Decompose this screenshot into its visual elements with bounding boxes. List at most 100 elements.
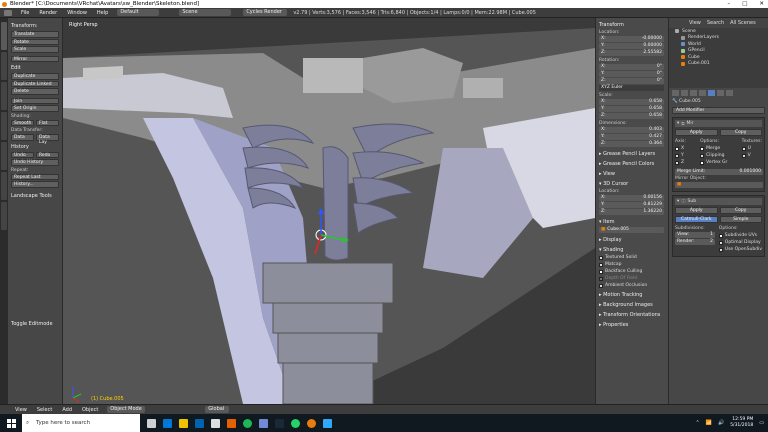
render-tab-icon[interactable] xyxy=(672,90,679,96)
use-opensubdiv-checkbox[interactable]: Use OpenSubdiv xyxy=(718,247,762,252)
modifier-tab-icon[interactable] xyxy=(708,90,715,96)
data-layers-button[interactable]: Data Lay xyxy=(36,134,59,145)
delete-button[interactable]: Delete xyxy=(11,88,59,95)
undo-button[interactable]: Undo xyxy=(11,151,34,158)
cursor-z-field[interactable]: Z: 1.36220 xyxy=(599,209,664,215)
edge-icon[interactable] xyxy=(163,418,172,428)
scale-z-field[interactable]: Z: 0.658 xyxy=(599,113,664,119)
duplicate-linked-button[interactable]: Duplicate Linked xyxy=(11,80,59,87)
grease-pencil-layers-panel[interactable]: ▸ Grease Pencil Layers xyxy=(599,151,665,157)
maximize-icon[interactable]: □ xyxy=(742,0,747,8)
display-panel[interactable]: ▸ Display xyxy=(599,237,665,243)
transform-panel-header[interactable]: Transform xyxy=(599,22,665,28)
transform-orientations-panel[interactable]: ▸ Transform Orientations xyxy=(599,312,665,318)
properties-panel[interactable]: ▸ Properties xyxy=(599,322,665,328)
grease-pencil-colors-panel[interactable]: ▸ Grease Pencil Colors xyxy=(599,161,665,167)
task-view-icon[interactable] xyxy=(147,418,156,428)
blender-taskbar-icon[interactable] xyxy=(307,418,316,428)
merge-checkbox[interactable]: Merge xyxy=(700,146,727,151)
background-images-panel[interactable]: ▸ Background Images xyxy=(599,302,665,308)
object-tab-icon[interactable] xyxy=(699,90,706,96)
location-z-field[interactable]: Z: 2.55582 xyxy=(599,50,664,56)
subsurf-copy-button[interactable]: Copy xyxy=(719,207,762,214)
network-icon[interactable]: 📶 xyxy=(706,420,712,426)
collapse-icon[interactable]: ▾ xyxy=(677,199,679,204)
shading-panel[interactable]: ▾ Shading xyxy=(599,247,665,253)
data-tab-icon[interactable] xyxy=(717,90,724,96)
menu-file[interactable]: File xyxy=(16,8,34,18)
orientation-selector[interactable]: Global xyxy=(205,406,230,413)
transform-section-header[interactable]: Transform: xyxy=(11,23,59,29)
tab-animation[interactable] xyxy=(1,112,7,140)
menu-view[interactable]: View xyxy=(10,405,32,415)
cursor-x-field[interactable]: X: 0.00156 xyxy=(599,195,664,201)
history-section-header[interactable]: History xyxy=(11,144,59,150)
ambient-occlusion-checkbox[interactable]: Ambient Occlusion xyxy=(599,283,665,288)
rotation-mode-select[interactable]: XYZ Euler xyxy=(599,85,664,91)
modifier-name-field[interactable]: Sub xyxy=(688,199,697,204)
simple-button[interactable]: Simple xyxy=(719,216,762,223)
material-tab-icon[interactable] xyxy=(726,90,733,96)
v-checkbox[interactable]: V xyxy=(741,153,762,158)
menu-select[interactable]: Select xyxy=(32,405,57,415)
vertex-groups-checkbox[interactable]: Vertex Gr xyxy=(700,160,727,165)
redo-button[interactable]: Redo xyxy=(36,151,59,158)
add-modifier-button[interactable]: Add Modifier xyxy=(672,107,765,114)
spotify-icon[interactable] xyxy=(243,418,252,428)
history-button[interactable]: History... xyxy=(11,181,59,188)
flat-button[interactable]: Flat xyxy=(36,119,59,126)
axis-x-checkbox[interactable]: X xyxy=(675,146,686,151)
backface-culling-checkbox[interactable]: Backface Culling xyxy=(599,269,665,274)
menu-object[interactable]: Object xyxy=(77,405,103,415)
catmull-clark-button[interactable]: Catmull-Clark xyxy=(675,216,718,223)
render-levels-field[interactable]: Render: 2 xyxy=(675,239,715,245)
rotate-button[interactable]: Rotate xyxy=(11,38,59,45)
translate-button[interactable]: Translate xyxy=(11,31,59,38)
clipping-checkbox[interactable]: Clipping xyxy=(700,153,727,158)
subsurf-apply-button[interactable]: Apply xyxy=(675,207,718,214)
landscape-tools-header[interactable]: Landscape Tools xyxy=(11,193,59,199)
mirror-apply-button[interactable]: Apply xyxy=(675,129,718,136)
scene-selector[interactable]: Scene xyxy=(179,9,232,16)
tab-physics[interactable] xyxy=(1,142,7,170)
dimensions-x-field[interactable]: X: 0.403 xyxy=(599,127,664,133)
edit-section-header[interactable]: Edit xyxy=(11,65,59,71)
textured-solid-checkbox[interactable]: Textured Solid xyxy=(599,255,665,260)
close-icon[interactable]: ✕ xyxy=(759,0,764,8)
merge-limit-field[interactable]: Merge Limit: 0.001000 xyxy=(675,169,763,175)
mirror-copy-button[interactable]: Copy xyxy=(719,129,762,136)
steam-icon[interactable] xyxy=(275,418,284,428)
tab-create[interactable] xyxy=(1,52,7,80)
mirror-button[interactable]: Mirror xyxy=(11,55,59,62)
collapse-icon[interactable]: ▾ xyxy=(677,121,679,126)
undo-history-button[interactable]: Undo History xyxy=(11,159,59,166)
firefox-icon[interactable] xyxy=(227,418,236,428)
menu-add[interactable]: Add xyxy=(57,405,77,415)
axis-y-checkbox[interactable]: Y xyxy=(675,153,686,158)
item-name-field[interactable]: ■ Cube.005 xyxy=(599,227,664,233)
tab-misc[interactable] xyxy=(1,202,7,230)
outliner-tab-view[interactable]: View xyxy=(689,20,701,26)
3d-cursor-panel[interactable]: ▾ 3D Cursor xyxy=(599,181,665,187)
layout-selector[interactable]: Default xyxy=(117,9,160,16)
view-panel[interactable]: ▸ View xyxy=(599,171,665,177)
rotation-y-field[interactable]: Y: 0° xyxy=(599,71,664,77)
optimal-display-checkbox[interactable]: Optimal Display xyxy=(718,240,762,245)
menu-render[interactable]: Render xyxy=(34,8,62,18)
cursor-y-field[interactable]: Y: 0.81229 xyxy=(599,202,664,208)
item-panel[interactable]: ▾ Item xyxy=(599,219,665,225)
location-x-field[interactable]: X: -0.00000 xyxy=(599,36,664,42)
world-tab-icon[interactable] xyxy=(690,90,697,96)
scene-tab-icon[interactable] xyxy=(681,90,688,96)
minimize-icon[interactable]: – xyxy=(727,0,730,8)
rotation-z-field[interactable]: Z: 0° xyxy=(599,78,664,84)
duplicate-button[interactable]: Duplicate xyxy=(11,73,59,80)
axis-z-checkbox[interactable]: Z xyxy=(675,160,686,165)
render-engine-selector[interactable]: Cycles Render xyxy=(243,9,288,16)
tray-chevron-icon[interactable]: ⌃ xyxy=(696,420,700,426)
tab-relations[interactable] xyxy=(1,82,7,110)
rotation-x-field[interactable]: X: 0° xyxy=(599,64,664,70)
data-button[interactable]: Data xyxy=(11,134,34,141)
editor-type-icon[interactable] xyxy=(4,9,12,16)
outliner-item-cube-001[interactable]: Cube.001 xyxy=(669,61,768,68)
